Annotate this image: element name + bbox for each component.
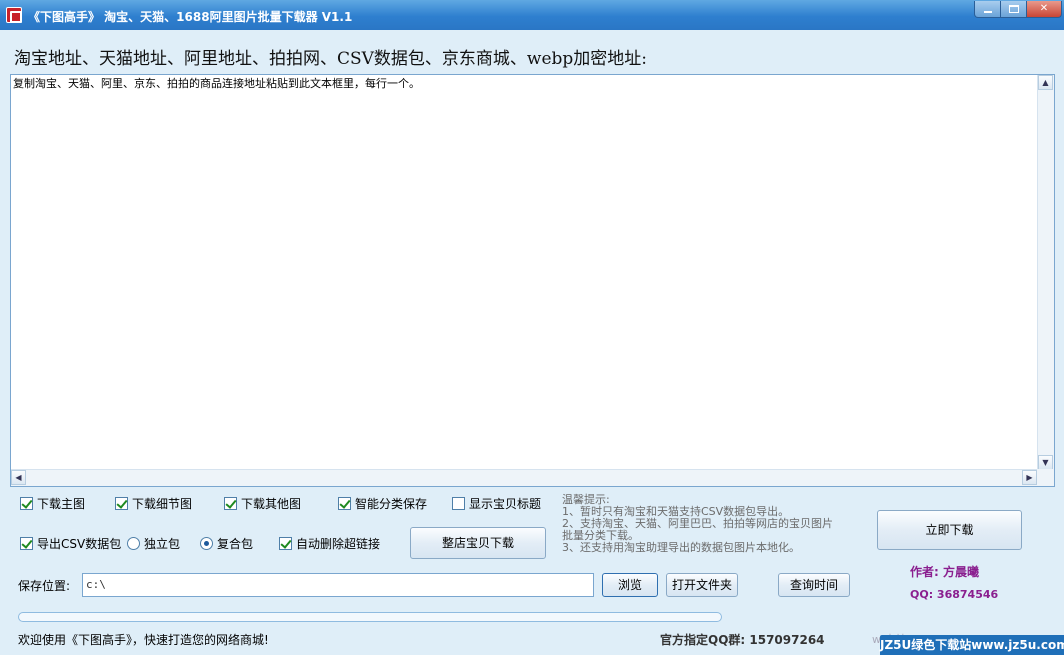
download-detail-checkbox[interactable]: 下载细节图 bbox=[115, 496, 205, 512]
scroll-left-icon[interactable]: ◀ bbox=[11, 470, 26, 485]
package-combined-radio[interactable]: 复合包 bbox=[200, 536, 260, 552]
checkbox-icon[interactable] bbox=[20, 497, 33, 510]
scroll-right-icon[interactable]: ▶ bbox=[1022, 470, 1037, 485]
download-main-label: 下载主图 bbox=[37, 497, 86, 511]
checkbox-icon[interactable] bbox=[279, 537, 292, 550]
show-title-checkbox[interactable]: 显示宝贝标题 bbox=[452, 496, 552, 512]
minimize-button[interactable] bbox=[974, 1, 1001, 18]
show-title-label: 显示宝贝标题 bbox=[469, 497, 542, 511]
vertical-scrollbar[interactable]: ▲ ▼ bbox=[1037, 75, 1054, 470]
watermark-banner: JZ5U绿色下载站www.jz5u.com bbox=[880, 635, 1064, 655]
close-icon: ✕ bbox=[1039, 3, 1049, 14]
scroll-down-icon[interactable]: ▼ bbox=[1038, 455, 1053, 470]
query-time-button[interactable]: 查询时间 bbox=[778, 573, 850, 597]
status-qq-group: 官方指定QQ群: 157097264 bbox=[660, 633, 825, 647]
auto-remove-links-label: 自动删除超链接 bbox=[296, 537, 381, 551]
app-icon bbox=[6, 7, 22, 23]
smart-classify-checkbox[interactable]: 智能分类保存 bbox=[338, 496, 438, 512]
title-bar: 《下图高手》 淘宝、天猫、1688阿里图片批量下载器 V1.1 ✕ bbox=[0, 0, 1064, 30]
package-single-label: 独立包 bbox=[144, 537, 181, 551]
package-single-radio[interactable]: 独立包 bbox=[127, 536, 187, 552]
checkbox-icon[interactable] bbox=[338, 497, 351, 510]
checkbox-icon[interactable] bbox=[452, 497, 465, 510]
scroll-up-icon[interactable]: ▲ bbox=[1038, 75, 1053, 90]
radio-icon[interactable] bbox=[200, 537, 213, 550]
maximize-icon bbox=[1009, 5, 1019, 13]
url-textarea-content[interactable]: 复制淘宝、天猫、阿里、京东、拍拍的商品连接地址粘贴到此文本框里，每行一个。 bbox=[13, 77, 1033, 91]
download-progress-bar bbox=[18, 612, 722, 622]
maximize-button[interactable] bbox=[1000, 1, 1027, 18]
export-csv-label: 导出CSV数据包 bbox=[37, 537, 122, 551]
save-location-label: 保存位置: bbox=[18, 579, 71, 593]
close-button[interactable]: ✕ bbox=[1026, 1, 1062, 18]
export-csv-checkbox[interactable]: 导出CSV数据包 bbox=[20, 536, 122, 552]
minimize-icon bbox=[984, 11, 992, 13]
radio-icon[interactable] bbox=[127, 537, 140, 550]
checkbox-icon[interactable] bbox=[224, 497, 237, 510]
auto-remove-links-checkbox[interactable]: 自动删除超链接 bbox=[279, 536, 389, 552]
author-name: 作者: 方晨曦 bbox=[910, 565, 979, 579]
url-input-label: 淘宝地址、天猫地址、阿里地址、拍拍网、CSV数据包、京东商城、webp加密地址: bbox=[14, 49, 648, 69]
smart-classify-label: 智能分类保存 bbox=[355, 497, 428, 511]
package-combined-label: 复合包 bbox=[217, 537, 254, 551]
download-other-label: 下载其他图 bbox=[241, 497, 302, 511]
status-welcome-text: 欢迎使用《下图高手》，快速打造您的网络商城! bbox=[18, 633, 269, 647]
whole-shop-download-button[interactable]: 整店宝贝下载 bbox=[410, 527, 546, 559]
save-path-input[interactable]: c:\ bbox=[82, 573, 594, 597]
browse-button[interactable]: 浏览 bbox=[602, 573, 658, 597]
scroll-corner bbox=[1037, 469, 1054, 486]
window-title: 《下图高手》 淘宝、天猫、1688阿里图片批量下载器 V1.1 bbox=[28, 10, 353, 24]
open-folder-button[interactable]: 打开文件夹 bbox=[666, 573, 738, 597]
url-textarea[interactable]: 复制淘宝、天猫、阿里、京东、拍拍的商品连接地址粘贴到此文本框里，每行一个。 ▲ … bbox=[10, 74, 1055, 487]
checkbox-icon[interactable] bbox=[115, 497, 128, 510]
download-main-checkbox[interactable]: 下载主图 bbox=[20, 496, 100, 512]
author-qq: QQ: 36874546 bbox=[910, 588, 999, 601]
tips-line: 3、还支持用淘宝助理导出的数据包图片本地化。 bbox=[562, 541, 800, 554]
checkbox-icon[interactable] bbox=[20, 537, 33, 550]
download-now-button[interactable]: 立即下载 bbox=[877, 510, 1022, 550]
download-detail-label: 下载细节图 bbox=[132, 497, 193, 511]
horizontal-scrollbar[interactable]: ◀ ▶ bbox=[11, 469, 1037, 486]
tips-panel: 温馨提示: 1、暂时只有淘宝和天猫支持CSV数据包导出。 2、支持淘宝、天猫、阿… bbox=[562, 494, 862, 554]
download-other-checkbox[interactable]: 下载其他图 bbox=[224, 496, 314, 512]
